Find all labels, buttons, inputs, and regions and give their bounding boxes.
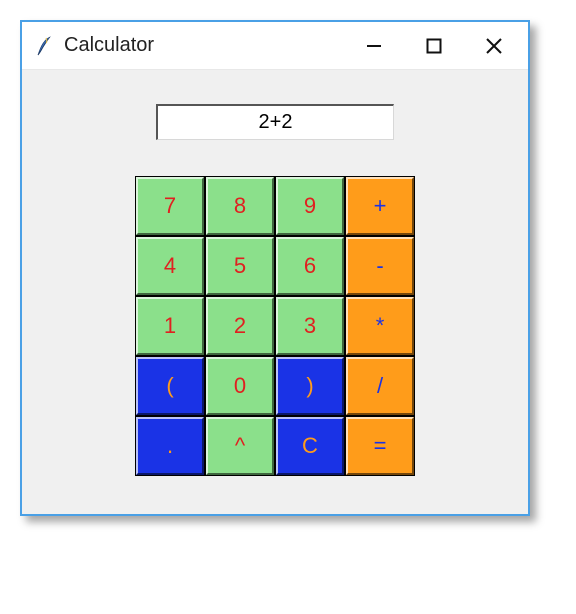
key-3[interactable]: 3 — [276, 297, 344, 355]
key-4[interactable]: 4 — [136, 237, 204, 295]
key-power[interactable]: ^ — [206, 417, 274, 475]
key-9[interactable]: 9 — [276, 177, 344, 235]
key-7[interactable]: 7 — [136, 177, 204, 235]
key-open-paren[interactable]: ( — [136, 357, 204, 415]
key-2[interactable]: 2 — [206, 297, 274, 355]
maximize-button[interactable] — [404, 22, 464, 70]
key-equals[interactable]: = — [346, 417, 414, 475]
key-0[interactable]: 0 — [206, 357, 274, 415]
key-clear[interactable]: C — [276, 417, 344, 475]
keypad: 7 8 9 + 4 5 6 - 1 2 3 * ( 0 ) / . ^ C = — [135, 176, 415, 476]
key-minus[interactable]: - — [346, 237, 414, 295]
window-title: Calculator — [64, 34, 154, 57]
key-6[interactable]: 6 — [276, 237, 344, 295]
key-close-paren[interactable]: ) — [276, 357, 344, 415]
key-plus[interactable]: + — [346, 177, 414, 235]
minimize-button[interactable] — [344, 22, 404, 70]
key-1[interactable]: 1 — [136, 297, 204, 355]
close-button[interactable] — [464, 22, 524, 70]
key-8[interactable]: 8 — [206, 177, 274, 235]
app-window: Calculator 2+2 7 8 9 + 4 5 6 - 1 2 3 * — [20, 20, 530, 516]
feather-icon — [34, 34, 54, 58]
key-decimal[interactable]: . — [136, 417, 204, 475]
display-area: 2+2 — [60, 104, 490, 140]
key-divide[interactable]: / — [346, 357, 414, 415]
titlebar: Calculator — [22, 22, 528, 70]
key-5[interactable]: 5 — [206, 237, 274, 295]
key-multiply[interactable]: * — [346, 297, 414, 355]
expression-display[interactable]: 2+2 — [156, 104, 394, 140]
client-area: 2+2 7 8 9 + 4 5 6 - 1 2 3 * ( 0 ) / . ^ … — [22, 70, 528, 514]
